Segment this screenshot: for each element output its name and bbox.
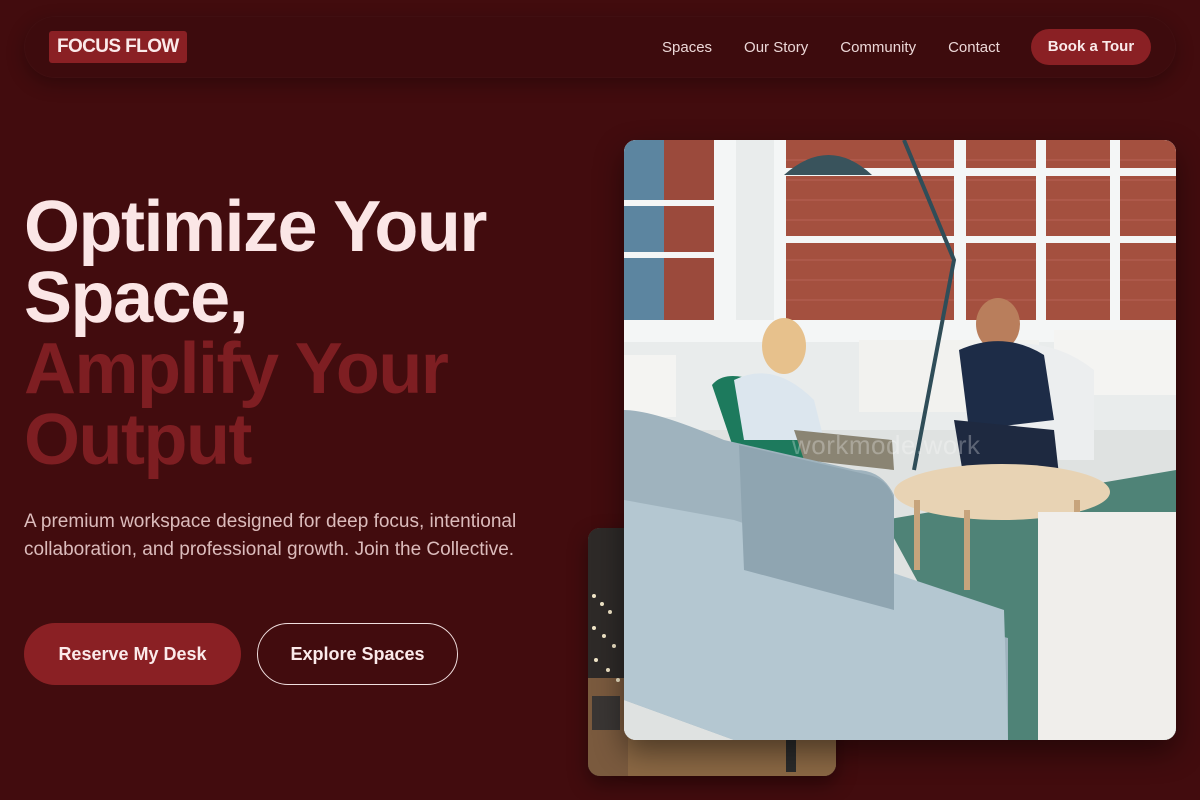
explore-spaces-button[interactable]: Explore Spaces [257,623,458,685]
nav-link-community[interactable]: Community [840,39,916,56]
brand-logo[interactable]: FOCUS FLOW [49,31,187,63]
nav-link-contact[interactable]: Contact [948,39,1000,56]
hero-description: A premium workspace designed for deep fo… [24,511,517,560]
nav-link-spaces[interactable]: Spaces [662,39,712,56]
hero-title-line-2: Amplify Your Output [24,329,449,480]
reserve-desk-button[interactable]: Reserve My Desk [24,623,241,685]
hero-title: Optimize Your Space, Amplify Your Output [24,187,584,480]
top-navigation: FOCUS FLOW Spaces Our Story Community Co… [24,16,1176,78]
hero-title-line-1: Optimize Your Space, [24,187,487,338]
photo-watermark: workmode.work [792,430,981,460]
hero-workspace-photo: workmode.work [624,140,1176,740]
book-tour-button[interactable]: Book a Tour [1031,29,1151,65]
nav-links: Spaces Our Story Community Contact [662,16,1032,78]
nav-link-our-story[interactable]: Our Story [744,39,808,56]
